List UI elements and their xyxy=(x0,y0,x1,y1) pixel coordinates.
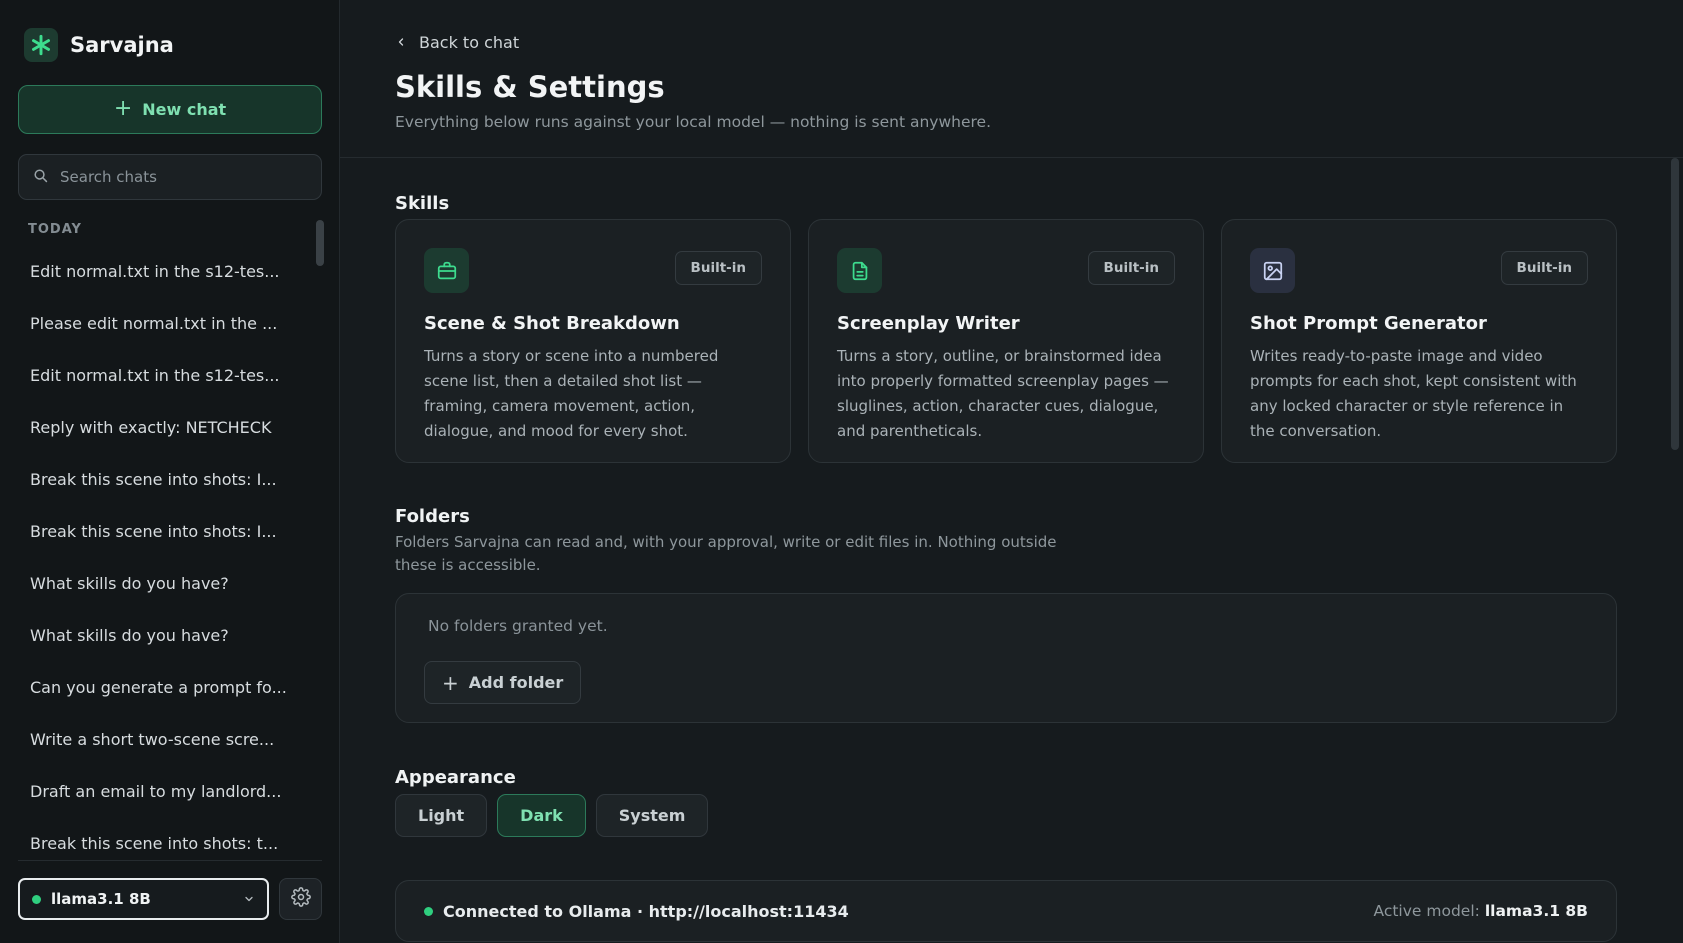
skill-description: Turns a story, outline, or brainstormed … xyxy=(837,347,1169,440)
skill-description: Writes ready-to-paste image and video pr… xyxy=(1250,347,1577,440)
status-dot xyxy=(424,906,433,916)
skill-title: Screenplay Writer xyxy=(837,313,1020,334)
plus-icon: + xyxy=(113,95,133,121)
built-in-badge: Built-in xyxy=(674,251,762,285)
search-box xyxy=(18,154,322,200)
active-model-label: Active model: xyxy=(1373,902,1480,920)
chat-item[interactable]: What skills do you have? xyxy=(18,609,308,661)
skill-card-scene-breakdown[interactable]: Built-in Scene & Shot Breakdown Turns a … xyxy=(395,219,791,463)
section-label-today: TODAY xyxy=(28,222,82,237)
new-chat-button[interactable]: + New chat xyxy=(18,85,322,134)
appearance-toggle: Light Dark System xyxy=(395,794,709,837)
search-icon xyxy=(33,168,48,187)
status-dot xyxy=(32,894,41,904)
chat-item[interactable]: Edit normal.txt in the s12-tes... xyxy=(18,245,308,297)
skill-title: Scene & Shot Breakdown xyxy=(424,313,680,334)
folders-heading: Folders xyxy=(395,506,470,527)
skills-cards: Built-in Scene & Shot Breakdown Turns a … xyxy=(395,219,1617,463)
skill-description: Turns a story or scene into a numbered s… xyxy=(424,347,719,440)
back-to-chat-link[interactable]: Back to chat xyxy=(395,33,519,52)
brand: Sarvajna xyxy=(24,28,174,62)
divider xyxy=(18,860,322,861)
chat-item[interactable]: What skills do you have? xyxy=(18,557,308,609)
skill-title: Shot Prompt Generator xyxy=(1250,313,1487,334)
theme-option-light[interactable]: Light xyxy=(395,794,488,837)
plus-icon: + xyxy=(442,670,459,695)
gear-icon xyxy=(290,887,311,911)
app-name: Sarvajna xyxy=(70,33,174,57)
divider xyxy=(340,157,1683,158)
connection-status-bar: Connected to Ollama · http://localhost:1… xyxy=(395,880,1617,942)
chat-item[interactable]: Draft an email to my landlord... xyxy=(18,765,308,817)
appearance-heading: Appearance xyxy=(395,767,516,788)
settings-button[interactable] xyxy=(279,878,322,920)
active-model-value: llama3.1 8B xyxy=(1484,902,1588,920)
page-subtitle: Everything below runs against your local… xyxy=(395,113,992,131)
built-in-badge: Built-in xyxy=(1500,251,1588,285)
chevron-left-icon xyxy=(395,33,407,52)
back-label: Back to chat xyxy=(419,33,520,52)
theme-option-dark[interactable]: Dark xyxy=(497,794,586,837)
chat-item[interactable]: Break this scene into shots: I... xyxy=(18,453,308,505)
main-content: Back to chat Skills & Settings Everythin… xyxy=(340,0,1683,943)
skill-card-shot-prompt-generator[interactable]: Built-in Shot Prompt Generator Writes re… xyxy=(1221,219,1617,463)
model-select[interactable]: llama3.1 8B xyxy=(18,878,269,920)
briefcase-icon xyxy=(424,248,469,293)
chat-item[interactable]: Please edit normal.txt in the ... xyxy=(18,297,308,349)
connection-status: Connected to Ollama · http://localhost:1… xyxy=(443,901,849,921)
folders-description: Folders Sarvajna can read and, with your… xyxy=(395,533,1057,574)
chat-item[interactable]: Reply with exactly: NETCHECK xyxy=(18,401,308,453)
folders-empty-text: No folders granted yet. xyxy=(428,617,608,635)
model-select-label: llama3.1 8B xyxy=(51,890,151,908)
built-in-badge: Built-in xyxy=(1087,251,1175,285)
chat-item[interactable]: Break this scene into shots: I... xyxy=(18,505,308,557)
chat-list: Edit normal.txt in the s12-tes... Please… xyxy=(18,245,308,869)
search-input[interactable] xyxy=(60,168,300,186)
add-folder-label: Add folder xyxy=(468,673,564,692)
add-folder-button[interactable]: + Add folder xyxy=(424,661,582,704)
page-title: Skills & Settings xyxy=(395,70,665,104)
sidebar: Sarvajna + New chat TODAY Edit normal.tx… xyxy=(0,0,340,943)
new-chat-label: New chat xyxy=(142,100,227,119)
chevron-down-icon xyxy=(243,890,255,909)
chat-item[interactable]: Edit normal.txt in the s12-tes... xyxy=(18,349,308,401)
theme-option-system[interactable]: System xyxy=(595,794,709,837)
main-scrollbar[interactable] xyxy=(1671,158,1679,450)
image-icon xyxy=(1250,248,1295,293)
chat-item[interactable]: Break this scene into shots: t... xyxy=(18,817,308,869)
folders-panel: No folders granted yet. + Add folder xyxy=(395,593,1617,723)
skills-heading: Skills xyxy=(395,193,450,214)
chat-item[interactable]: Write a short two-scene scre... xyxy=(18,713,308,765)
skill-card-screenplay-writer[interactable]: Built-in Screenplay Writer Turns a story… xyxy=(808,219,1204,463)
sidebar-scrollbar[interactable] xyxy=(316,220,324,266)
sparkle-logo-icon xyxy=(24,28,58,62)
chat-item[interactable]: Can you generate a prompt fo... xyxy=(18,661,308,713)
document-icon xyxy=(837,248,882,293)
